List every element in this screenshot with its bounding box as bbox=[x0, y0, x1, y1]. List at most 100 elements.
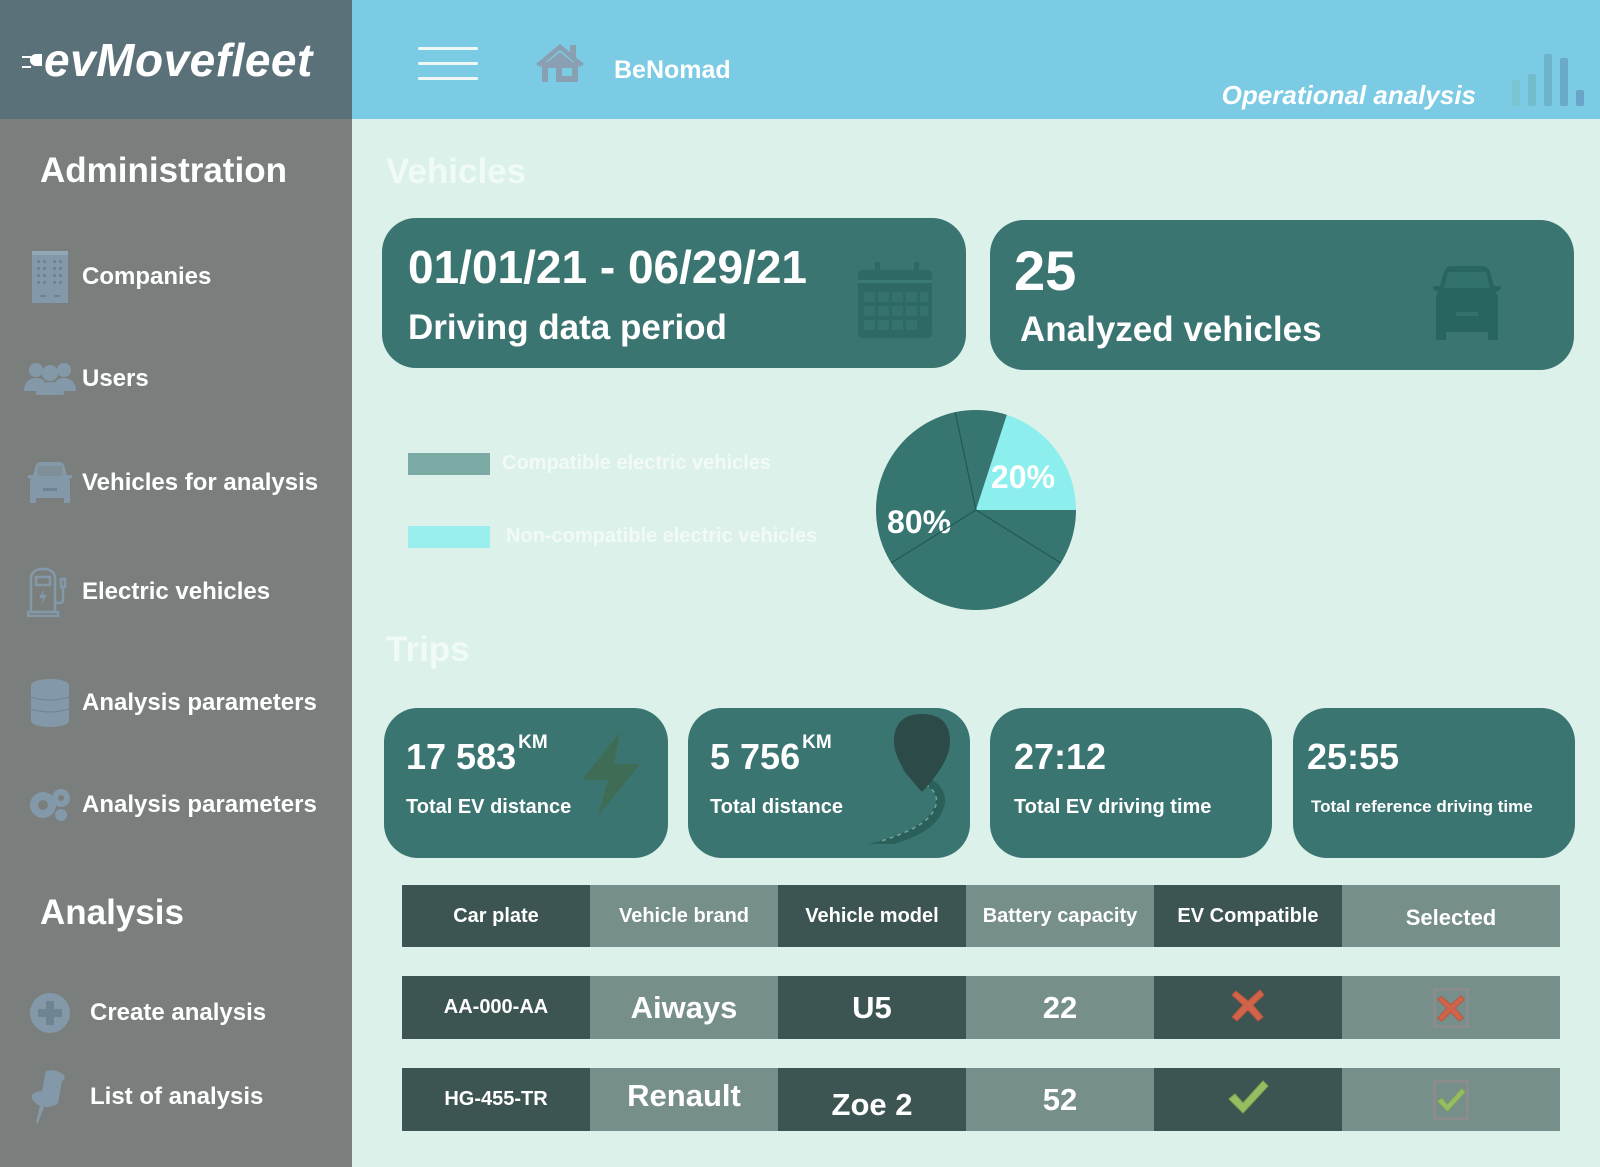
cell-selected bbox=[1342, 976, 1560, 1039]
home-icon[interactable] bbox=[536, 42, 584, 82]
ev-distance-label: Total EV distance bbox=[406, 796, 572, 818]
car-front-icon bbox=[1432, 266, 1502, 347]
pushpin-icon bbox=[24, 1069, 76, 1125]
reference-driving-time-label: Total reference driving time bbox=[1311, 797, 1533, 816]
cell-ev-compatible bbox=[1154, 1068, 1342, 1131]
app-logo[interactable]: evMovefleet bbox=[22, 33, 313, 87]
charging-station-icon bbox=[24, 564, 76, 620]
total-distance-value: 5 756 KM bbox=[710, 732, 832, 778]
section-title-trips: Trips bbox=[386, 630, 470, 669]
sidebar-item-label: Analysis parameters bbox=[82, 689, 317, 716]
building-icon bbox=[24, 249, 76, 305]
analyzed-vehicles-count: 25 bbox=[1014, 239, 1077, 302]
trip-card-reference-driving-time: 25:55 Total reference driving time bbox=[1293, 708, 1575, 858]
trip-card-ev-distance: 17 583 KM Total EV distance bbox=[384, 708, 668, 858]
hamburger-line bbox=[418, 77, 478, 80]
legend-label-non-compatible: Non-compatible electric vehicles bbox=[506, 525, 818, 547]
check-icon bbox=[1227, 1079, 1269, 1120]
driving-period-card: 01/01/21 - 06/29/21 Driving data period bbox=[382, 218, 966, 368]
menu-toggle-button[interactable] bbox=[418, 47, 478, 81]
cell-selected bbox=[1342, 1068, 1560, 1131]
total-distance-unit: KM bbox=[802, 732, 832, 753]
sidebar-item-create-analysis[interactable]: Create analysis bbox=[24, 985, 266, 1041]
cell-vehicle-model: Zoe 2 bbox=[778, 1068, 966, 1131]
lightning-icon bbox=[582, 732, 644, 821]
cell-vehicle-model: U5 bbox=[778, 976, 966, 1039]
sidebar-item-electric-vehicles[interactable]: Electric vehicles bbox=[24, 564, 270, 620]
pie-label-compatible: 80% bbox=[887, 504, 951, 540]
sidebar-item-label: List of analysis bbox=[90, 1083, 264, 1110]
reference-driving-time-value: 25:55 bbox=[1307, 736, 1400, 777]
sidebar-item-label: Electric vehicles bbox=[82, 578, 271, 605]
ev-driving-time-label: Total EV driving time bbox=[1014, 796, 1212, 818]
hamburger-line bbox=[418, 47, 478, 50]
cell-vehicle-brand: Aiways bbox=[590, 976, 778, 1039]
app-logo-text: evMovefleet bbox=[44, 33, 313, 86]
ev-compatibility-pie-chart: 80% 20% bbox=[876, 410, 1076, 610]
sidebar-item-label: Companies bbox=[82, 263, 212, 290]
cell-vehicle-brand: Renault bbox=[590, 1068, 778, 1131]
pie-label-non-compatible: 20% bbox=[991, 459, 1055, 495]
selected-checkbox[interactable] bbox=[1433, 987, 1469, 1028]
sidebar: Administration Companies Users Vehicles … bbox=[0, 119, 352, 1167]
total-distance-label: Total distance bbox=[710, 796, 843, 818]
cross-icon bbox=[1230, 987, 1266, 1028]
analyzed-vehicles-label: Analyzed vehicles bbox=[1020, 310, 1322, 349]
table-row[interactable]: AA-000-AA Aiways U5 22 bbox=[402, 976, 1560, 1039]
cell-car-plate: HG-455-TR bbox=[402, 1068, 590, 1131]
sidebar-item-users[interactable]: Users bbox=[24, 351, 149, 407]
page-context-title: Operational analysis bbox=[1221, 80, 1476, 110]
column-header-vehicle-model[interactable]: Vehicle model bbox=[778, 885, 966, 947]
legend-item-compatible: Compatible electric vehicles bbox=[408, 452, 771, 475]
sidebar-heading-administration: Administration bbox=[40, 151, 287, 190]
analyzed-vehicles-card: 25 Analyzed vehicles bbox=[990, 220, 1574, 370]
ev-distance-unit: KM bbox=[518, 732, 548, 753]
trip-card-total-distance: 5 756 KM Total distance bbox=[688, 708, 970, 858]
column-header-selected[interactable]: Selected bbox=[1342, 885, 1560, 947]
sidebar-item-vehicles-for-analysis[interactable]: Vehicles for analysis bbox=[24, 455, 318, 511]
sidebar-item-label: Analysis parameters bbox=[82, 791, 317, 818]
legend-label-compatible: Compatible electric vehicles bbox=[502, 452, 772, 474]
table-row[interactable]: HG-455-TR Renault Zoe 2 52 bbox=[402, 1068, 1560, 1131]
column-header-car-plate[interactable]: Car plate bbox=[402, 885, 590, 947]
sidebar-item-label: Users bbox=[82, 365, 149, 392]
users-icon bbox=[24, 351, 76, 407]
gears-icon bbox=[24, 777, 76, 833]
sidebar-item-analysis-parameters-database[interactable]: Analysis parameters bbox=[24, 675, 317, 731]
company-name[interactable]: BeNomad bbox=[614, 56, 731, 85]
ev-distance-number: 17 583 bbox=[406, 736, 517, 777]
hamburger-line bbox=[418, 62, 478, 65]
cell-ev-compatible bbox=[1154, 976, 1342, 1039]
bar-chart-icon bbox=[1512, 54, 1588, 106]
table-header-row: Car plate Vehicle brand Vehicle model Ba… bbox=[402, 885, 1560, 947]
sidebar-item-label: Create analysis bbox=[90, 999, 267, 1026]
calendar-icon bbox=[858, 262, 934, 343]
logo-area[interactable]: evMovefleet bbox=[0, 0, 352, 119]
ev-driving-time-value: 27:12 bbox=[1014, 736, 1107, 777]
legend-swatch-compatible bbox=[408, 452, 490, 475]
selected-checkbox[interactable] bbox=[1433, 1079, 1469, 1120]
sidebar-item-analysis-parameters-settings[interactable]: Analysis parameters bbox=[24, 777, 317, 833]
cell-battery-capacity: 22 bbox=[966, 976, 1154, 1039]
legend-item-non-compatible: Non-compatible electric vehicles bbox=[408, 525, 817, 548]
sidebar-item-label: Vehicles for analysis bbox=[82, 469, 319, 496]
column-header-battery-capacity[interactable]: Battery capacity bbox=[966, 885, 1154, 947]
column-header-ev-compatible[interactable]: EV Compatible bbox=[1154, 885, 1342, 947]
trip-card-ev-driving-time: 27:12 Total EV driving time bbox=[990, 708, 1272, 858]
cell-battery-capacity: 52 bbox=[966, 1068, 1154, 1131]
cross-icon bbox=[1437, 994, 1465, 1022]
section-title-vehicles: Vehicles bbox=[386, 152, 527, 191]
column-header-vehicle-brand[interactable]: Vehicle brand bbox=[590, 885, 778, 947]
cell-car-plate: AA-000-AA bbox=[402, 976, 590, 1039]
plus-circle-icon bbox=[24, 985, 76, 1041]
plug-icon bbox=[22, 53, 42, 68]
sidebar-item-list-of-analysis[interactable]: List of analysis bbox=[24, 1069, 263, 1125]
check-icon bbox=[1436, 1087, 1466, 1112]
ev-distance-value: 17 583 KM bbox=[406, 732, 548, 778]
driving-period-value: 01/01/21 - 06/29/21 bbox=[408, 241, 807, 293]
car-icon bbox=[24, 455, 76, 511]
driving-period-label: Driving data period bbox=[408, 308, 727, 347]
legend-swatch-non-compatible bbox=[408, 525, 490, 548]
sidebar-heading-analysis: Analysis bbox=[40, 893, 184, 932]
sidebar-item-companies[interactable]: Companies bbox=[24, 249, 211, 305]
